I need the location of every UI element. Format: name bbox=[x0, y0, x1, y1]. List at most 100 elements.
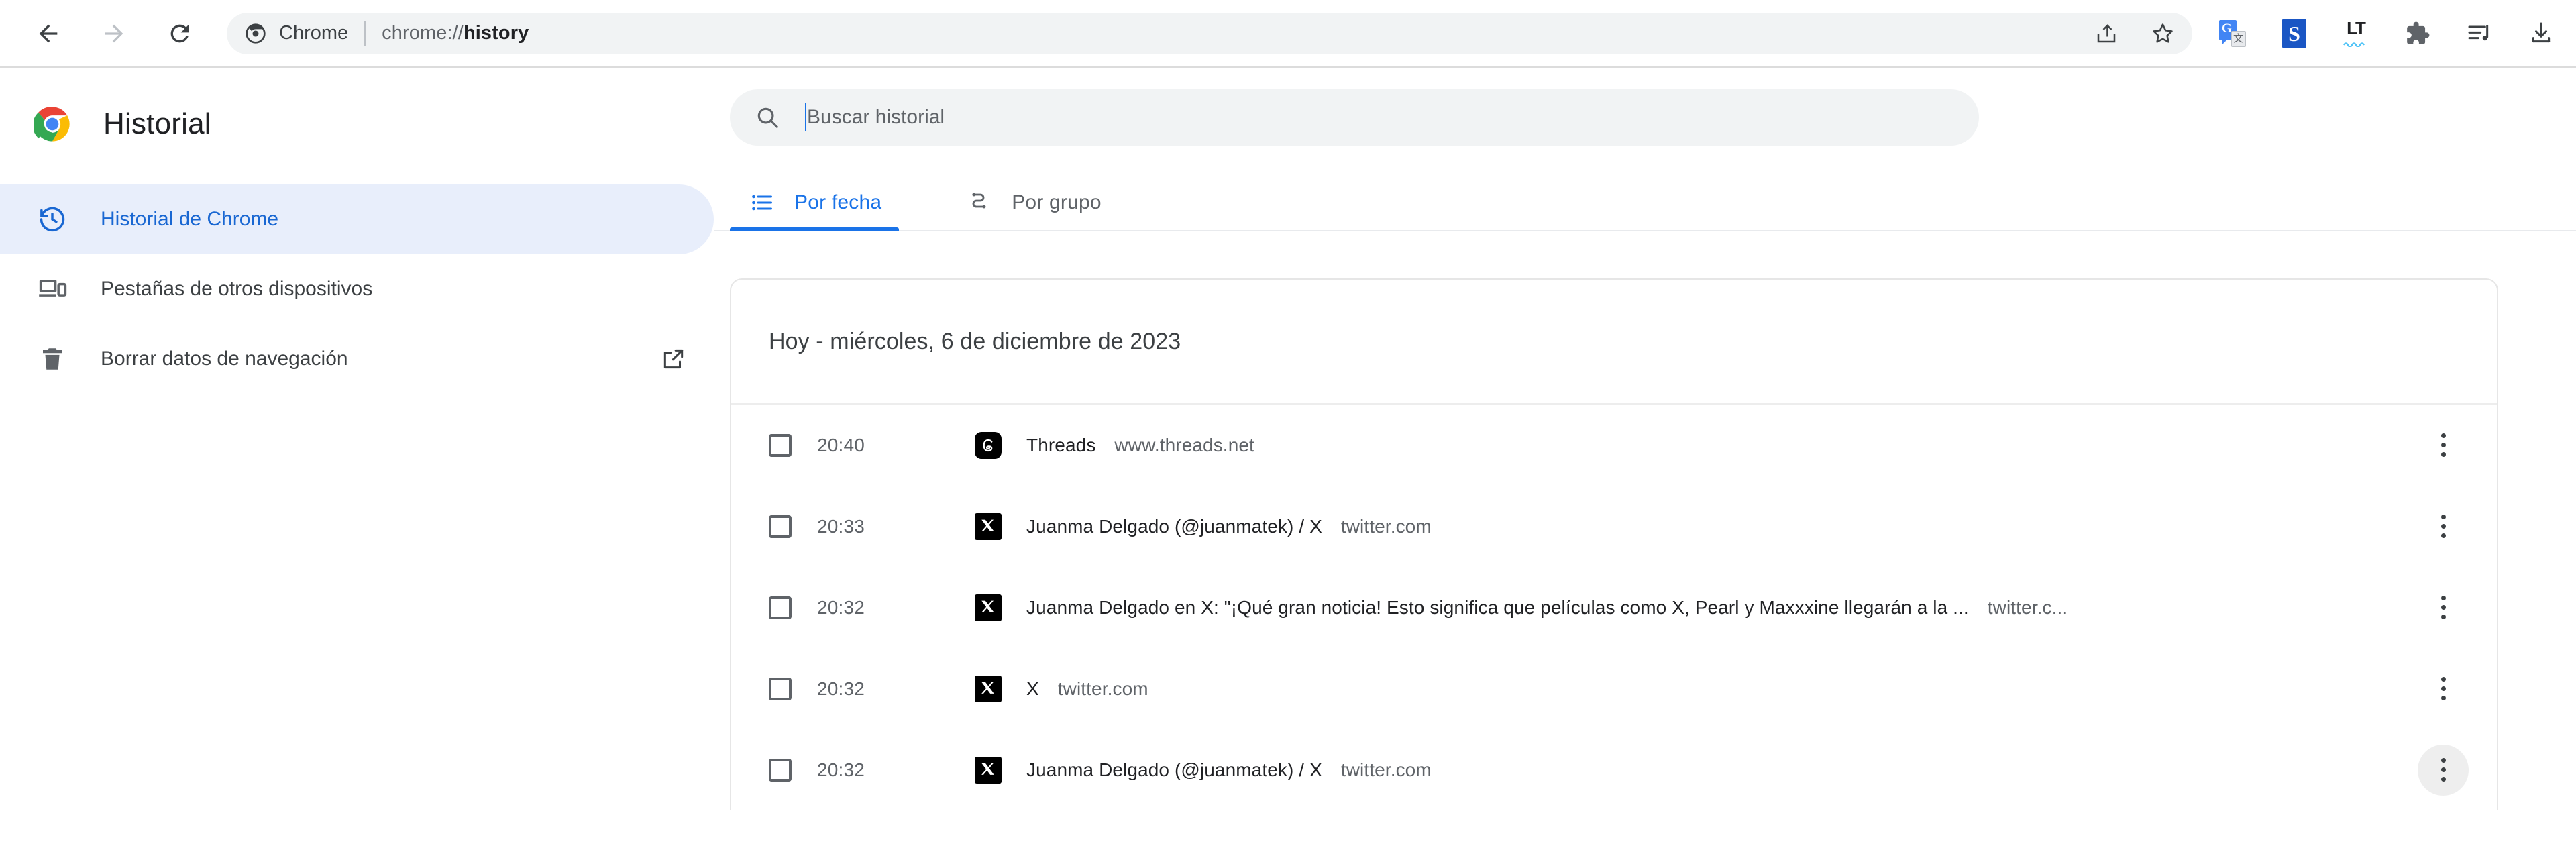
bookmark-star-icon[interactable] bbox=[2147, 17, 2179, 50]
table-row[interactable]: 20:33 Juanma Delgado (@juanmatek) / X tw… bbox=[731, 486, 2497, 567]
row-title[interactable]: Juanma Delgado (@juanmatek) / X bbox=[1026, 759, 1322, 781]
chrome-page-icon bbox=[244, 22, 267, 45]
tab-by-date[interactable]: Por fecha bbox=[730, 175, 900, 231]
row-time: 20:33 bbox=[817, 515, 865, 537]
tab-label: Por fecha bbox=[794, 191, 882, 213]
sidebar-item-label: Pestañas de otros dispositivos bbox=[101, 277, 373, 300]
downloads-icon[interactable] bbox=[2525, 17, 2557, 50]
row-more-options-button[interactable] bbox=[2418, 501, 2469, 552]
devices-icon bbox=[34, 274, 71, 304]
history-list-card: Hoy - miércoles, 6 de diciembre de 2023 … bbox=[730, 278, 2498, 810]
row-entry: Juanma Delgado (@juanmatek) / X twitter.… bbox=[1026, 759, 2418, 781]
table-row[interactable]: 20:32 Juanma Delgado (@juanmatek) / X tw… bbox=[731, 729, 2497, 810]
x-twitter-icon bbox=[974, 594, 1002, 622]
more-vert-icon bbox=[2440, 433, 2446, 457]
extensions-puzzle-icon[interactable] bbox=[2402, 17, 2434, 50]
row-domain: twitter.com bbox=[1340, 759, 1432, 780]
x-twitter-icon bbox=[974, 513, 1002, 541]
omnibox-url-scheme: chrome:// bbox=[382, 22, 464, 44]
row-checkbox[interactable] bbox=[769, 758, 792, 782]
row-time: 20:32 bbox=[817, 678, 865, 699]
extension-toolbar: G S LT bbox=[2216, 17, 2557, 50]
row-entry: X twitter.com bbox=[1026, 678, 2418, 700]
lt-glyph: LT bbox=[2341, 19, 2371, 48]
table-row[interactable]: 20:32 Juanma Delgado en X: "¡Qué gran no… bbox=[731, 567, 2497, 648]
row-time: 20:32 bbox=[817, 596, 865, 618]
row-domain: twitter.com bbox=[1340, 515, 1432, 537]
sidebar-item-clear-browsing-data[interactable]: Borrar datos de navegación bbox=[0, 324, 714, 394]
table-row[interactable]: 20:32 X twitter.com bbox=[731, 648, 2497, 729]
row-title[interactable]: Threads bbox=[1026, 435, 1095, 456]
x-twitter-icon bbox=[974, 675, 1002, 703]
row-more-options-button[interactable] bbox=[2418, 582, 2469, 633]
s-extension-icon[interactable]: S bbox=[2278, 17, 2310, 50]
row-more-options-button[interactable] bbox=[2418, 663, 2469, 714]
forward-button[interactable] bbox=[95, 15, 133, 52]
sidebar: Historial Historial de Chrome Pestañas d… bbox=[0, 68, 714, 854]
more-vert-icon bbox=[2440, 677, 2446, 700]
main-content: Buscar historial Por fecha Por grupo Hoy… bbox=[714, 68, 2576, 854]
back-button[interactable] bbox=[30, 15, 67, 52]
share-icon[interactable] bbox=[2090, 17, 2123, 50]
reload-icon bbox=[170, 24, 189, 42]
page-title: Historial bbox=[103, 107, 211, 140]
row-time: 20:32 bbox=[817, 759, 865, 780]
history-group-header: Hoy - miércoles, 6 de diciembre de 2023 bbox=[731, 280, 2497, 405]
row-title[interactable]: Juanma Delgado en X: "¡Qué gran noticia!… bbox=[1026, 597, 1969, 619]
text-cursor bbox=[805, 103, 806, 131]
tab-by-group[interactable]: Por grupo bbox=[947, 175, 1119, 230]
chrome-logo-icon bbox=[32, 105, 71, 143]
languagetool-extension-icon[interactable]: LT bbox=[2340, 17, 2372, 50]
row-entry: Juanma Delgado (@juanmatek) / X twitter.… bbox=[1026, 516, 2418, 537]
row-domain: twitter.com bbox=[1057, 678, 1148, 699]
tab-label: Por grupo bbox=[1012, 191, 1102, 213]
row-checkbox[interactable] bbox=[769, 433, 792, 457]
search-placeholder: Buscar historial bbox=[807, 106, 945, 128]
s-glyph: S bbox=[2282, 19, 2306, 48]
reload-button[interactable] bbox=[161, 15, 199, 52]
navigation-buttons bbox=[30, 15, 199, 52]
sidebar-item-label: Borrar datos de navegación bbox=[101, 347, 348, 370]
group-path-icon bbox=[965, 188, 994, 217]
table-row[interactable]: 20:40 Threads www.threads.net bbox=[731, 405, 2497, 486]
sidebar-item-chrome-history[interactable]: Historial de Chrome bbox=[0, 184, 714, 254]
x-glyph bbox=[975, 675, 1002, 702]
omnibox-app-label: Chrome bbox=[279, 22, 349, 44]
translate-glyph: G bbox=[2219, 19, 2246, 47]
row-title[interactable]: Juanma Delgado (@juanmatek) / X bbox=[1026, 516, 1322, 537]
omnibox-divider bbox=[364, 20, 366, 46]
row-checkbox[interactable] bbox=[769, 677, 792, 700]
row-more-options-button[interactable] bbox=[2418, 420, 2469, 471]
google-translate-extension-icon[interactable]: G bbox=[2216, 17, 2249, 50]
row-domain: twitter.c... bbox=[1987, 596, 2068, 618]
search-input[interactable]: Buscar historial bbox=[730, 89, 1979, 146]
row-title[interactable]: X bbox=[1026, 678, 1039, 700]
threads-glyph bbox=[975, 431, 1002, 459]
list-icon bbox=[747, 188, 777, 217]
threads-icon bbox=[974, 431, 1002, 460]
sidebar-item-label: Historial de Chrome bbox=[101, 207, 279, 230]
open-in-new-icon[interactable] bbox=[659, 344, 688, 374]
search-row: Buscar historial bbox=[714, 89, 2576, 146]
brand-header: Historial bbox=[0, 92, 714, 156]
back-arrow-icon bbox=[39, 24, 58, 42]
address-bar[interactable]: Chrome chrome://history bbox=[227, 12, 2192, 54]
sidebar-menu: Historial de Chrome Pestañas de otros di… bbox=[0, 184, 714, 394]
omnibox-actions bbox=[2090, 13, 2179, 54]
history-view-tabs: Por fecha Por grupo bbox=[714, 175, 2576, 231]
x-glyph bbox=[975, 594, 1002, 621]
history-group-title: Hoy - miércoles, 6 de diciembre de 2023 bbox=[769, 328, 1181, 354]
row-more-options-button[interactable] bbox=[2418, 744, 2469, 796]
sidebar-item-other-devices[interactable]: Pestañas de otros dispositivos bbox=[0, 254, 714, 324]
row-checkbox[interactable] bbox=[769, 515, 792, 538]
search-icon bbox=[753, 103, 782, 132]
x-glyph bbox=[975, 513, 1002, 540]
trash-icon bbox=[34, 345, 71, 373]
forward-arrow-icon bbox=[105, 24, 123, 42]
more-vert-icon bbox=[2440, 515, 2446, 538]
media-playlist-icon[interactable] bbox=[2463, 17, 2496, 50]
more-vert-icon bbox=[2440, 596, 2446, 619]
row-checkbox[interactable] bbox=[769, 596, 792, 619]
more-vert-icon bbox=[2440, 758, 2446, 782]
omnibox-url-page: history bbox=[463, 22, 529, 44]
